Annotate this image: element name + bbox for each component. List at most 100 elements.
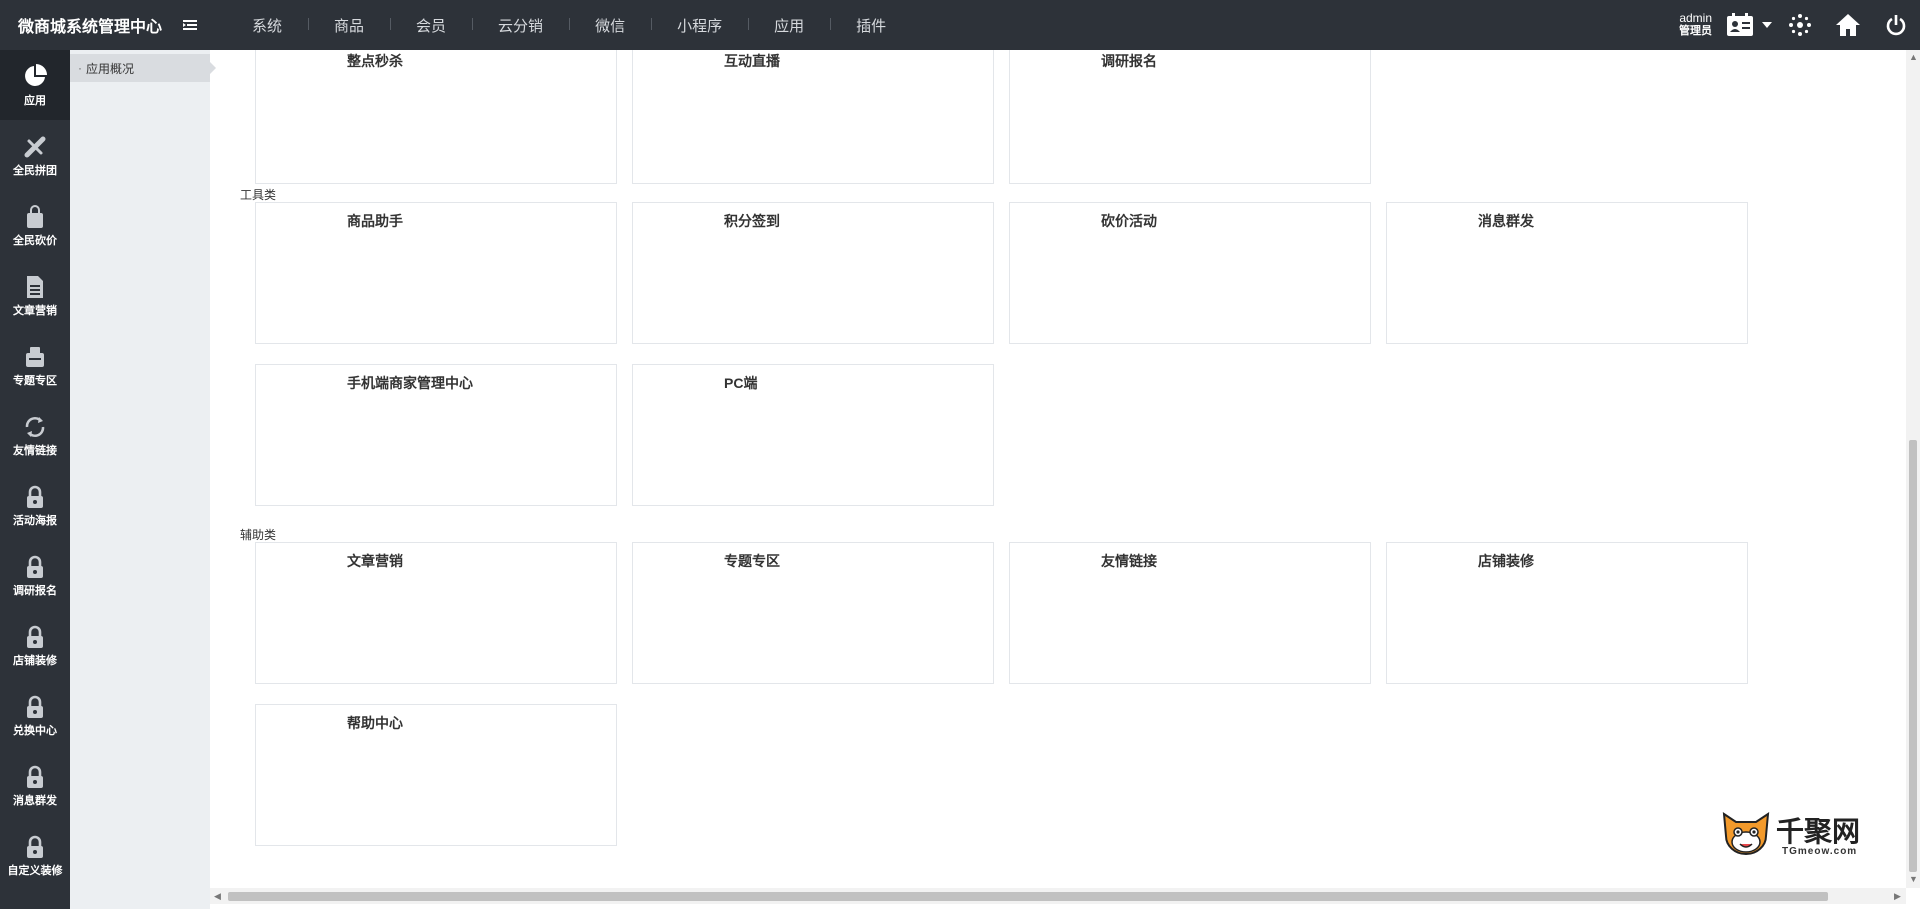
watermark-logo: 千聚网 TGmeow.com bbox=[1718, 806, 1878, 860]
app-card-points-signin[interactable]: 积分签到 bbox=[632, 202, 994, 344]
home-icon bbox=[1836, 14, 1860, 36]
logout-button[interactable] bbox=[1872, 0, 1920, 50]
sidebar-item-articles[interactable]: 文章营销 bbox=[0, 260, 70, 330]
sidebar-item-apps[interactable]: 应用 bbox=[0, 50, 70, 120]
app-card-goods-assistant[interactable]: 商品助手 bbox=[255, 202, 617, 344]
app-card-title: 整点秒杀 bbox=[347, 53, 403, 69]
vertical-scrollbar[interactable]: ▲ ▼ bbox=[1906, 50, 1920, 888]
sidebar-item-label: 店铺装修 bbox=[13, 654, 57, 667]
refresh-link-icon bbox=[25, 416, 45, 437]
app-title: 微商城系统管理中心 bbox=[18, 19, 163, 36]
vertical-scroll-thumb[interactable] bbox=[1909, 440, 1917, 872]
app-card-article-marketing[interactable]: 文章营销 bbox=[255, 542, 617, 684]
document-icon bbox=[27, 275, 43, 298]
sidebar-item-friend-links[interactable]: 友情链接 bbox=[0, 400, 70, 470]
app-card-live-stream[interactable]: 互动直播 bbox=[632, 50, 994, 184]
sidebar-item-label: 活动海报 bbox=[13, 514, 57, 527]
scroll-right-arrow-icon[interactable]: ▶ bbox=[1894, 891, 1901, 902]
nav-item-goods[interactable]: 商品 bbox=[308, 15, 390, 36]
scroll-down-arrow-icon[interactable]: ▼ bbox=[1909, 874, 1918, 884]
section-label-aux: 辅助类 bbox=[240, 528, 277, 542]
section-label-tools: 工具类 bbox=[240, 188, 277, 202]
app-card-survey[interactable]: 调研报名 bbox=[1009, 50, 1371, 184]
watermark-subtitle: TGmeow.com bbox=[1782, 846, 1858, 857]
user-card-dropdown[interactable] bbox=[1722, 0, 1776, 50]
power-icon bbox=[1886, 15, 1906, 36]
sidebar-item-survey[interactable]: 调研报名 bbox=[0, 540, 70, 610]
sidebar-item-label: 消息群发 bbox=[13, 794, 57, 807]
sidebar-item-posters[interactable]: 活动海报 bbox=[0, 470, 70, 540]
app-card-title: 帮助中心 bbox=[347, 715, 403, 731]
app-card-title: 消息群发 bbox=[1478, 213, 1534, 229]
app-card-title: 互动直播 bbox=[724, 53, 780, 69]
sidebar-item-label: 专题专区 bbox=[13, 374, 57, 387]
sidebar-item-topics[interactable]: 专题专区 bbox=[0, 330, 70, 400]
topic-icon bbox=[26, 346, 44, 367]
app-card-bargain-activity[interactable]: 砍价活动 bbox=[1009, 202, 1371, 344]
app-card-title: 积分签到 bbox=[724, 213, 780, 229]
sidebar-item-label: 兑换中心 bbox=[13, 724, 57, 737]
sub-item-app-overview[interactable]: 应用概况 bbox=[70, 54, 216, 82]
top-bar: 微商城系统管理中心 系统 商品 会员 云分销 微信 小程序 应用 插件 admi… bbox=[0, 0, 1920, 50]
horizontal-scroll-thumb[interactable] bbox=[228, 892, 1828, 901]
sidebar-item-label: 应用 bbox=[24, 94, 46, 107]
lock-icon bbox=[27, 695, 43, 718]
contact-card-icon bbox=[1727, 13, 1753, 36]
app-card-friend-links[interactable]: 友情链接 bbox=[1009, 542, 1371, 684]
watermark-title: 千聚网 bbox=[1776, 815, 1861, 848]
user-name: admin bbox=[1679, 11, 1712, 25]
scroll-left-arrow-icon[interactable]: ◀ bbox=[214, 891, 221, 902]
nav-item-system[interactable]: 系统 bbox=[226, 15, 308, 36]
app-card-title: 友情链接 bbox=[1101, 553, 1157, 569]
sidebar-item-exchange-center[interactable]: 兑换中心 bbox=[0, 680, 70, 750]
horizontal-scrollbar[interactable]: ◀ ▶ bbox=[210, 888, 1906, 904]
nav-item-cloud-distribution[interactable]: 云分销 bbox=[472, 15, 569, 36]
sidebar-item-label: 文章营销 bbox=[13, 304, 57, 317]
sidebar-item-custom-decoration[interactable]: 自定义装修 bbox=[0, 820, 70, 890]
nav-item-mini-program[interactable]: 小程序 bbox=[651, 15, 748, 36]
nav-item-members[interactable]: 会员 bbox=[390, 15, 472, 36]
app-card-mobile-merchant-center[interactable]: 手机端商家管理中心 bbox=[255, 364, 617, 506]
menu-indent-icon bbox=[183, 20, 197, 30]
spark-icon bbox=[1789, 14, 1811, 36]
app-card-flash-sale[interactable]: 整点秒杀 bbox=[255, 50, 617, 184]
lock-icon bbox=[27, 625, 43, 648]
sidebar-item-label: 全民拼团 bbox=[13, 164, 57, 177]
nav-item-plugins[interactable]: 插件 bbox=[830, 15, 912, 36]
lock-icon bbox=[27, 835, 43, 858]
sidebar-item-label: 自定义装修 bbox=[7, 864, 63, 877]
app-card-title: 手机端商家管理中心 bbox=[347, 375, 473, 391]
sidebar-item-label: 全民砍价 bbox=[13, 234, 57, 247]
top-right-tools: admin 管理员 bbox=[1679, 0, 1920, 50]
nav-item-apps[interactable]: 应用 bbox=[748, 15, 830, 36]
sidebar-item-shop-decoration[interactable]: 店铺装修 bbox=[0, 610, 70, 680]
nav-item-wechat[interactable]: 微信 bbox=[569, 15, 651, 36]
app-card-title: 店铺装修 bbox=[1478, 553, 1534, 569]
sidebar-item-label: 友情链接 bbox=[13, 444, 57, 457]
user-info[interactable]: admin 管理员 bbox=[1679, 12, 1712, 38]
sidebar-item-bargain[interactable]: 全民砍价 bbox=[0, 190, 70, 260]
sidebar-item-group-buy[interactable]: 全民拼团 bbox=[0, 120, 70, 190]
app-card-mass-message[interactable]: 消息群发 bbox=[1386, 202, 1748, 344]
top-nav: 系统 商品 会员 云分销 微信 小程序 应用 插件 bbox=[226, 15, 912, 36]
cat-mascot-icon bbox=[1722, 812, 1770, 855]
home-button[interactable] bbox=[1824, 0, 1872, 50]
settings-spark-button[interactable] bbox=[1776, 0, 1824, 50]
sidebar-item-mass-message[interactable]: 消息群发 bbox=[0, 750, 70, 820]
menu-toggle-button[interactable] bbox=[170, 0, 210, 50]
scroll-up-arrow-icon[interactable]: ▲ bbox=[1909, 52, 1918, 62]
group-buy-icon bbox=[24, 136, 46, 157]
lock-icon bbox=[27, 485, 43, 508]
lock-icon bbox=[27, 765, 43, 788]
app-card-help-center[interactable]: 帮助中心 bbox=[255, 704, 617, 846]
app-card-title: PC端 bbox=[724, 375, 758, 391]
app-card-topics[interactable]: 专题专区 bbox=[632, 542, 994, 684]
user-role: 管理员 bbox=[1679, 25, 1712, 37]
shopping-bag-icon bbox=[27, 204, 43, 228]
app-card-title: 调研报名 bbox=[1101, 53, 1157, 69]
app-card-shop-decoration[interactable]: 店铺装修 bbox=[1386, 542, 1748, 684]
app-card-pc[interactable]: PC端 bbox=[632, 364, 994, 506]
lock-icon bbox=[27, 555, 43, 578]
sidebar-item-label: 调研报名 bbox=[13, 584, 57, 597]
app-card-title: 砍价活动 bbox=[1101, 213, 1157, 229]
